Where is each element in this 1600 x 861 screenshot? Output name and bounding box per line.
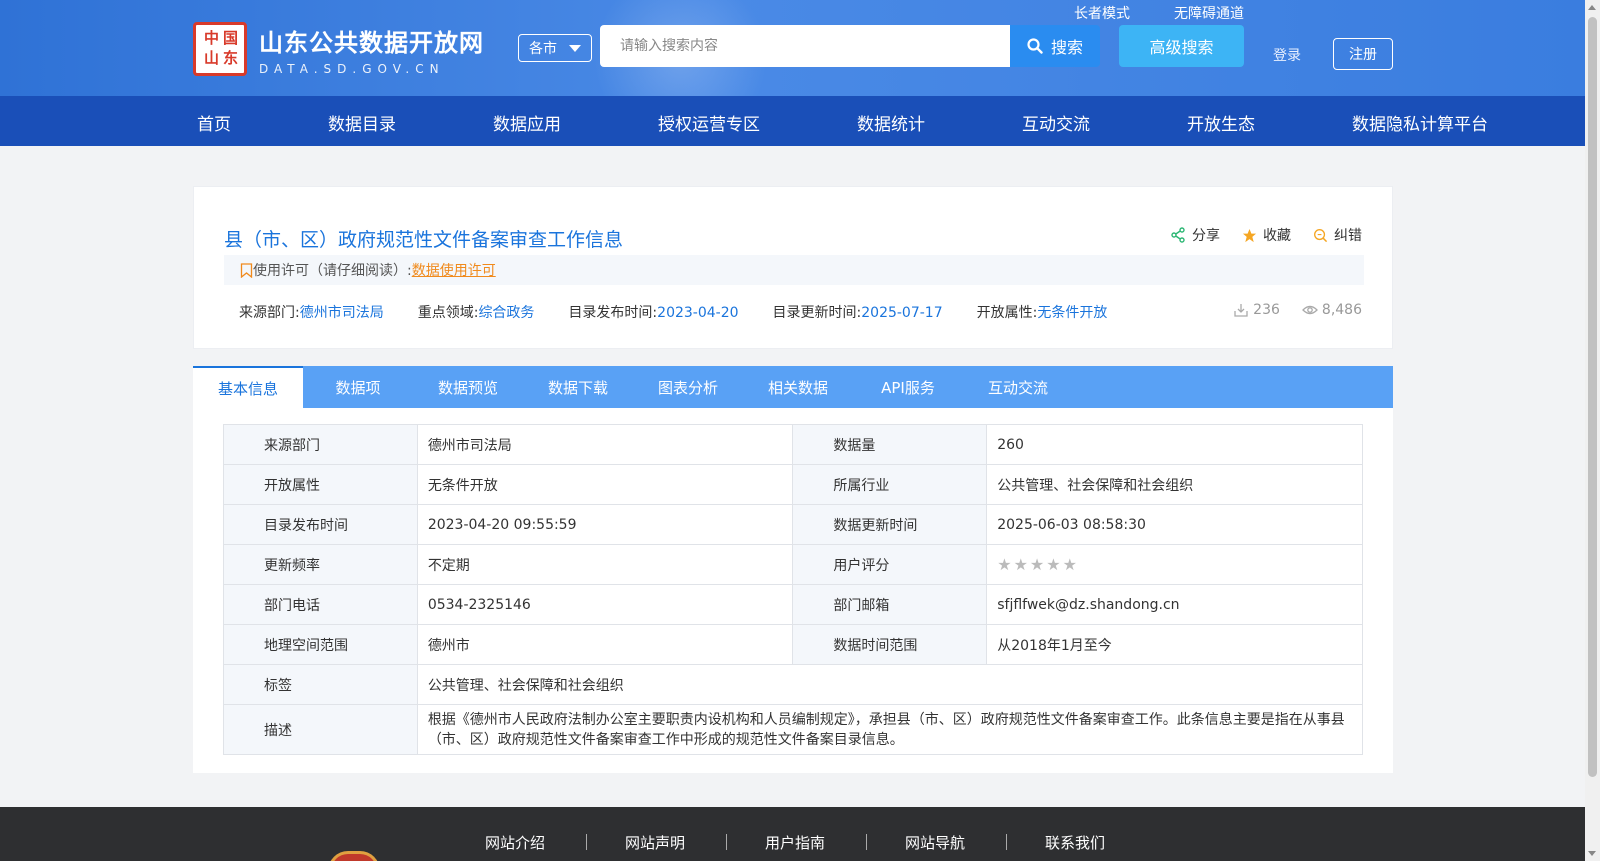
tab-interaction[interactable]: 互动交流 [963,366,1073,408]
dataset-title: 县（市、区）政府规范性文件备案审查工作信息 [224,229,624,251]
page-scrollbar[interactable] [1585,0,1600,861]
tab-api-service[interactable]: API服务 [853,366,963,408]
main-nav: 首页 数据目录 数据应用 授权运营专区 数据统计 互动交流 开放生态 数据隐私计… [0,96,1585,146]
meta-publish-date: 目录发布时间:2023-04-20 [568,305,739,321]
nav-item-interaction[interactable]: 互动交流 [1022,110,1090,135]
table-row: 目录发布时间 2023-04-20 09:55:59 数据更新时间 2025-0… [223,504,1363,545]
tab-chart-analysis[interactable]: 图表分析 [633,366,743,408]
footer-link-about[interactable]: 网站介绍 [485,832,545,853]
footer-divider [866,834,867,850]
footer-link-sitemap[interactable]: 网站导航 [905,832,965,853]
star-icon[interactable]: ★ [1030,555,1044,574]
footer-divider [586,834,587,850]
search-button[interactable]: 搜索 [1010,25,1100,67]
footer-divider [1006,834,1007,850]
table-row: 标签 公共管理、社会保障和社会组织 [223,664,1364,705]
meta-source-dept: 来源部门:德州市司法局 [239,305,384,321]
tab-data-download[interactable]: 数据下载 [523,366,633,408]
star-icon[interactable]: ★ [997,555,1011,574]
search-box[interactable] [600,25,1010,67]
nav-item-catalog[interactable]: 数据目录 [328,110,396,135]
emblem-icon [328,851,380,861]
footer-link-guide[interactable]: 用户指南 [765,832,825,853]
rating-stars[interactable]: ★ ★ ★ ★ ★ [997,555,1352,574]
footer-link-contact[interactable]: 联系我们 [1045,832,1105,853]
favorite-button[interactable]: 收藏 [1242,225,1291,245]
star-icon [1242,228,1257,242]
nav-item-statistics[interactable]: 数据统计 [857,110,925,135]
accessible-channel-link[interactable]: 无障碍通道 [1174,3,1244,23]
footer-divider [726,834,727,850]
search-input[interactable] [620,38,1010,54]
star-icon[interactable]: ★ [1063,555,1077,574]
table-row: 描述 根据《德州市人民政府法制办公室主要职责内设机构和人员编制规定》，承担县（市… [223,704,1364,755]
footer-link-statement[interactable]: 网站声明 [625,832,685,853]
magnifier-icon [1314,228,1328,242]
scrollbar-thumb[interactable] [1588,17,1597,777]
meta-key-field: 重点领域:综合政务 [417,305,535,321]
eye-icon [1301,305,1318,315]
download-count: 236 [1233,302,1280,318]
nav-item-ecosystem[interactable]: 开放生态 [1187,110,1255,135]
tab-related-data[interactable]: 相关数据 [743,366,853,408]
search-icon [1027,38,1043,54]
city-select-label: 各市 [529,41,557,57]
chevron-down-icon [569,44,581,52]
download-icon [1234,304,1248,317]
basic-info-table: 来源部门 德州市司法局 数据量 260 开放属性 无条件开放 所属行业 公共管理… [223,424,1364,755]
site-footer: 网站介绍 网站声明 用户指南 网站导航 联系我们 [0,807,1585,861]
table-row: 更新频率 不定期 用户评分 ★ ★ ★ ★ ★ [223,544,1363,585]
nav-item-apps[interactable]: 数据应用 [493,110,561,135]
share-button[interactable]: 分享 [1170,225,1220,245]
tab-basic-info[interactable]: 基本信息 [193,366,303,408]
dataset-meta: 来源部门:德州市司法局 重点领域:综合政务 目录发布时间:2023-04-20 … [239,302,1141,322]
user-rating[interactable]: ★ ★ ★ ★ ★ [986,544,1363,585]
tab-data-preview[interactable]: 数据预览 [413,366,523,408]
license-link[interactable]: 数据使用许可 [412,260,496,280]
table-row: 来源部门 德州市司法局 数据量 260 [223,424,1363,465]
table-row: 地理空间范围 德州市 数据时间范围 从2018年1月至今 [223,624,1363,665]
scroll-down-icon[interactable] [1588,851,1596,856]
dataset-header-card: 县（市、区）政府规范性文件备案审查工作信息 分享 收藏 纠错 使用许可（请仔细阅… [193,186,1393,349]
basic-info-panel: 来源部门 德州市司法局 数据量 260 开放属性 无条件开放 所属行业 公共管理… [193,408,1393,773]
star-icon[interactable]: ★ [1014,555,1028,574]
table-row: 开放属性 无条件开放 所属行业 公共管理、社会保障和社会组织 [223,464,1363,505]
meta-update-date: 目录更新时间:2025-07-17 [772,305,943,321]
site-logo[interactable]: 中 国 山 东 山东公共数据开放网 DATA.SD.GOV.CN [193,22,484,76]
report-error-button[interactable]: 纠错 [1313,225,1362,245]
nav-item-home[interactable]: 首页 [197,110,231,135]
star-icon[interactable]: ★ [1046,555,1060,574]
logo-subtitle: DATA.SD.GOV.CN [259,61,445,76]
bookmark-icon [240,262,253,278]
advanced-search-button[interactable]: 高级搜索 [1119,25,1244,67]
register-button[interactable]: 注册 [1333,38,1393,70]
license-bar: 使用许可（请仔细阅读）: 数据使用许可 [224,255,1364,285]
view-count: 8,486 [1301,302,1362,318]
dataset-actions: 分享 收藏 纠错 [1148,225,1362,245]
tab-data-items[interactable]: 数据项 [303,366,413,408]
city-select[interactable]: 各市 [518,34,592,62]
table-row: 部门电话 0534-2325146 部门邮箱 sfjflfwek@dz.shan… [223,584,1363,625]
scroll-up-icon[interactable] [1588,5,1596,10]
logo-title: 山东公共数据开放网 [259,28,484,57]
nav-item-privacy-computing[interactable]: 数据隐私计算平台 [1352,110,1488,135]
meta-open-attribute: 开放属性:无条件开放 [976,305,1108,321]
login-link[interactable]: 登录 [1273,45,1301,65]
site-header: 中 国 山 东 山东公共数据开放网 DATA.SD.GOV.CN 各市 搜索 高… [0,0,1585,96]
description-text: 根据《德州市人民政府法制办公室主要职责内设机构和人员编制规定》，承担县（市、区）… [416,704,1364,755]
license-label: 使用许可（请仔细阅读）: [253,263,412,279]
nav-item-authorized-ops[interactable]: 授权运营专区 [658,110,760,135]
dataset-stats: 236 8,486 [1211,302,1362,318]
share-icon [1171,227,1185,243]
elder-mode-link[interactable]: 长者模式 [1074,3,1130,23]
detail-tabs: 基本信息 数据项 数据预览 数据下载 图表分析 相关数据 API服务 互动交流 [193,366,1393,408]
seal-logo-icon: 中 国 山 东 [193,22,247,76]
